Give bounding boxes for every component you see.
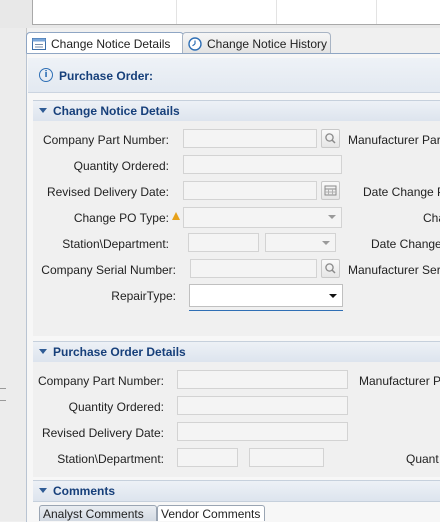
quantity-ordered-field[interactable] (183, 155, 342, 174)
date-picker-button[interactable] (321, 181, 340, 200)
history-clock-icon (188, 36, 202, 51)
chevron-down-icon (328, 215, 336, 219)
po-revised-delivery-date-label: Revised Delivery Date: (41, 426, 164, 440)
calendar-icon (324, 185, 337, 196)
manufacturer-serial-label: Manufacturer Ser (348, 263, 440, 277)
chevron-down-icon (329, 294, 337, 298)
tab-label: Vendor Comments (161, 507, 261, 521)
chevron-down-icon (322, 241, 330, 245)
left-gutter (0, 28, 27, 521)
tab-change-notice-details[interactable]: Change Notice Details (26, 32, 184, 54)
tab-vendor-comments[interactable]: Vendor Comments (157, 505, 265, 521)
company-serial-number-field[interactable] (190, 259, 317, 278)
station-department-label: Station\Department: (62, 237, 169, 251)
search-icon (325, 133, 336, 144)
comments-section-header[interactable]: Comments (33, 480, 440, 502)
cha-label: Cha (423, 211, 440, 225)
revised-delivery-date-label: Revised Delivery Date: (46, 185, 169, 199)
po-quant-label: Quant (406, 452, 439, 466)
change-po-type-dropdown[interactable] (183, 207, 342, 228)
po-quantity-ordered-field[interactable] (177, 396, 348, 415)
change-notice-section-header[interactable]: Change Notice Details (33, 100, 440, 122)
repair-type-label: RepairType: (111, 289, 176, 303)
po-company-part-number-label: Company Part Number: (37, 374, 164, 388)
department-dropdown[interactable] (265, 233, 336, 252)
purchase-order-label: Purchase Order: (59, 69, 154, 83)
po-station-department-label: Station\Department: (57, 452, 164, 466)
collapse-triangle-icon[interactable] (39, 349, 47, 354)
collapse-triangle-icon[interactable] (39, 488, 47, 493)
po-manufacturer-p-label: Manufacturer P (359, 374, 440, 388)
form-icon (32, 37, 46, 50)
manufacturer-part-label: Manufacturer Par (348, 133, 440, 147)
section-title: Change Notice Details (53, 104, 180, 118)
change-po-type-label: Change PO Type: (73, 211, 169, 225)
revised-delivery-date-field[interactable] (183, 181, 317, 200)
tab-label: Change Notice History (207, 36, 328, 51)
tab-label: Change Notice Details (51, 36, 171, 51)
company-serial-number-label: Company Serial Number: (41, 263, 176, 277)
lookup-button[interactable] (321, 259, 340, 278)
po-station-field[interactable] (177, 448, 238, 467)
search-icon (325, 263, 336, 274)
company-part-number-label: Company Part Number: (42, 133, 169, 147)
tab-change-notice-history[interactable]: Change Notice History (182, 32, 331, 54)
po-revised-delivery-date-field[interactable] (177, 422, 348, 441)
repair-type-underline (189, 310, 343, 311)
po-company-part-number-field[interactable] (177, 370, 348, 389)
purchase-order-section-header[interactable]: Purchase Order Details (33, 341, 440, 363)
collapse-triangle-icon[interactable] (39, 108, 47, 113)
warning-icon (172, 212, 180, 220)
station-field[interactable] (188, 233, 259, 252)
date-change-label: Date Change (371, 237, 440, 251)
info-icon: i (39, 68, 53, 82)
po-quantity-ordered-label: Quantity Ordered: (68, 400, 164, 414)
po-department-field[interactable] (249, 448, 324, 467)
section-title: Comments (53, 484, 116, 498)
section-title: Purchase Order Details (53, 345, 186, 359)
lookup-button[interactable] (321, 129, 340, 148)
repair-type-dropdown[interactable] (189, 284, 343, 307)
tab-label: Analyst Comments (43, 507, 144, 521)
results-grid-remnant (0, 0, 440, 28)
date-change-p-label: Date Change P (363, 185, 440, 199)
tab-analyst-comments[interactable]: Analyst Comments (39, 505, 157, 521)
company-part-number-field[interactable] (183, 129, 317, 148)
quantity-ordered-label: Quantity Ordered: (73, 159, 169, 173)
